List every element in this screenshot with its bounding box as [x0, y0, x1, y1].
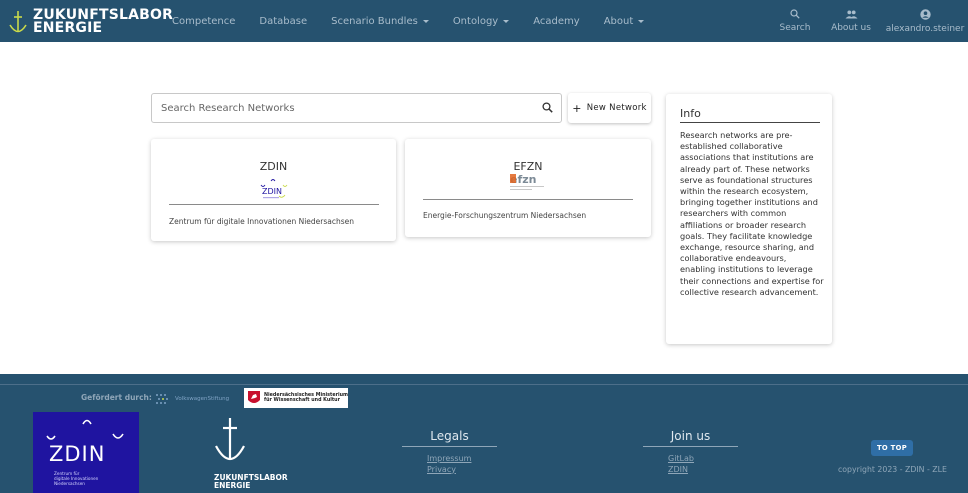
caret-down-icon [638, 19, 645, 23]
info-text: Research networks are pre-established co… [680, 130, 824, 297]
gitlab-link[interactable]: GitLab [643, 454, 738, 465]
impressum-link[interactable]: Impressum [402, 454, 497, 465]
nav-link-database[interactable]: Database [259, 16, 307, 27]
ministry-logo[interactable]: Niedersächsisches Ministerium für Wissen… [244, 388, 348, 408]
funded-by-label: Gefördert durch: [81, 393, 152, 402]
top-navbar: ZUKUNFTSLABOR ENERGIE Competence Databas… [0, 0, 968, 42]
zdin-word: ZDIN [49, 442, 106, 466]
nav-username: alexandro.steiner [885, 23, 965, 34]
info-divider [680, 122, 820, 123]
network-card-zdin[interactable]: ZDIN ZDIN Zentrum für digitale Innovatio… [151, 139, 396, 241]
legals-title: Legals [430, 429, 469, 443]
zle-line-2: ENERGIE [214, 481, 251, 490]
card-description: Zentrum für digitale Innovationen Nieder… [169, 217, 355, 226]
nav-about-us-button[interactable]: About us [824, 0, 878, 42]
footer-divider [0, 384, 968, 385]
nav-about-us-label: About us [831, 22, 871, 33]
zle-footer-text: ZUKUNFTSLABOR ENERGIE [214, 474, 288, 490]
card-description: Energie-Forschungszentrum Niedersachsen [423, 211, 587, 220]
join-us-column: Join us GitLab ZDIN [643, 429, 738, 475]
efzn-logo-icon: efzn [510, 173, 544, 190]
nav-search-button[interactable]: Search [776, 0, 814, 42]
zdin-link[interactable]: ZDIN [643, 465, 738, 476]
network-card-efzn[interactable]: EFZN efzn Energie-Forschungszentrum Nied… [405, 139, 651, 237]
nav-link-academy[interactable]: Academy [533, 16, 579, 27]
user-circle-icon [919, 8, 931, 20]
privacy-link[interactable]: Privacy [402, 465, 497, 476]
nav-link-label: Academy [533, 15, 580, 27]
to-top-button[interactable]: TO TOP [871, 440, 913, 456]
legals-divider [402, 446, 497, 447]
nav-link-label: Database [259, 15, 308, 27]
caret-down-icon [422, 19, 429, 23]
zdin-footer-logo[interactable]: ZDIN Zentrum für digitale Innovationen N… [33, 412, 139, 493]
card-divider [169, 204, 379, 205]
vw-text: VolkswagenStiftung [175, 396, 230, 402]
zdin-sub-line-3: Niedersachsen [54, 480, 85, 486]
nav-link-label: About [603, 15, 634, 27]
nav-search-label: Search [779, 23, 811, 33]
nav-link-scenario-bundles[interactable]: Scenario Bundles [331, 16, 429, 27]
nav-right: Search About us alexandro.steiner [776, 0, 968, 42]
join-us-divider [643, 446, 738, 447]
info-panel: Info Research networks are pre-establish… [666, 94, 832, 344]
nav-link-label: Ontology [452, 15, 499, 27]
ministry-text: Niedersächsisches Ministerium für Wissen… [264, 393, 348, 404]
zdin-subtitle: Zentrum für digitale Innovationen Nieder… [54, 471, 98, 486]
join-us-title: Join us [670, 429, 711, 443]
zdin-logo-icon: ZDIN [260, 179, 287, 199]
search-icon[interactable] [542, 102, 553, 113]
info-title: Info [680, 107, 701, 120]
volkswagen-stiftung-logo[interactable]: VolkswagenStiftung [155, 392, 239, 406]
footer: Gefördert durch: VolkswagenStiftung Nied… [0, 374, 968, 493]
search-input[interactable] [152, 94, 522, 122]
new-network-button[interactable]: + New Network [568, 93, 651, 123]
nav-link-about[interactable]: About [604, 16, 645, 27]
nav-link-ontology[interactable]: Ontology [452, 15, 510, 27]
card-divider [423, 199, 633, 200]
copyright-text: copyright 2023 - ZDIN - ZLE [838, 465, 947, 474]
group-icon [845, 10, 857, 18]
brand-text: ZUKUNFTSLABOR ENERGIE [33, 8, 173, 36]
anchor-icon [9, 11, 27, 33]
ministry-line-2: für Wissenschaft und Kultur [264, 398, 340, 403]
zdin-logo-text: ZDIN [262, 187, 282, 196]
search-box [151, 93, 562, 123]
legals-column: Legals Impressum Privacy [402, 429, 497, 475]
nav-link-label: Scenario Bundles [331, 15, 418, 27]
nav-user-button[interactable]: alexandro.steiner [882, 0, 968, 42]
anchor-icon [215, 418, 245, 461]
brand-line-2: ENERGIE [33, 20, 103, 36]
caret-down-icon [503, 19, 510, 23]
search-icon [790, 9, 800, 19]
brand-logo[interactable]: ZUKUNFTSLABOR ENERGIE [8, 8, 173, 36]
nav-link-label: Competence [172, 15, 236, 27]
nav-links: Competence Database Scenario Bundles Ont… [172, 0, 668, 42]
horse-crest-icon [248, 391, 260, 403]
nav-link-competence[interactable]: Competence [172, 16, 235, 27]
new-network-label: New Network [586, 103, 647, 113]
vw-dots-icon [156, 394, 168, 404]
card-title: ZDIN [259, 160, 288, 173]
plus-icon: + [572, 101, 582, 115]
